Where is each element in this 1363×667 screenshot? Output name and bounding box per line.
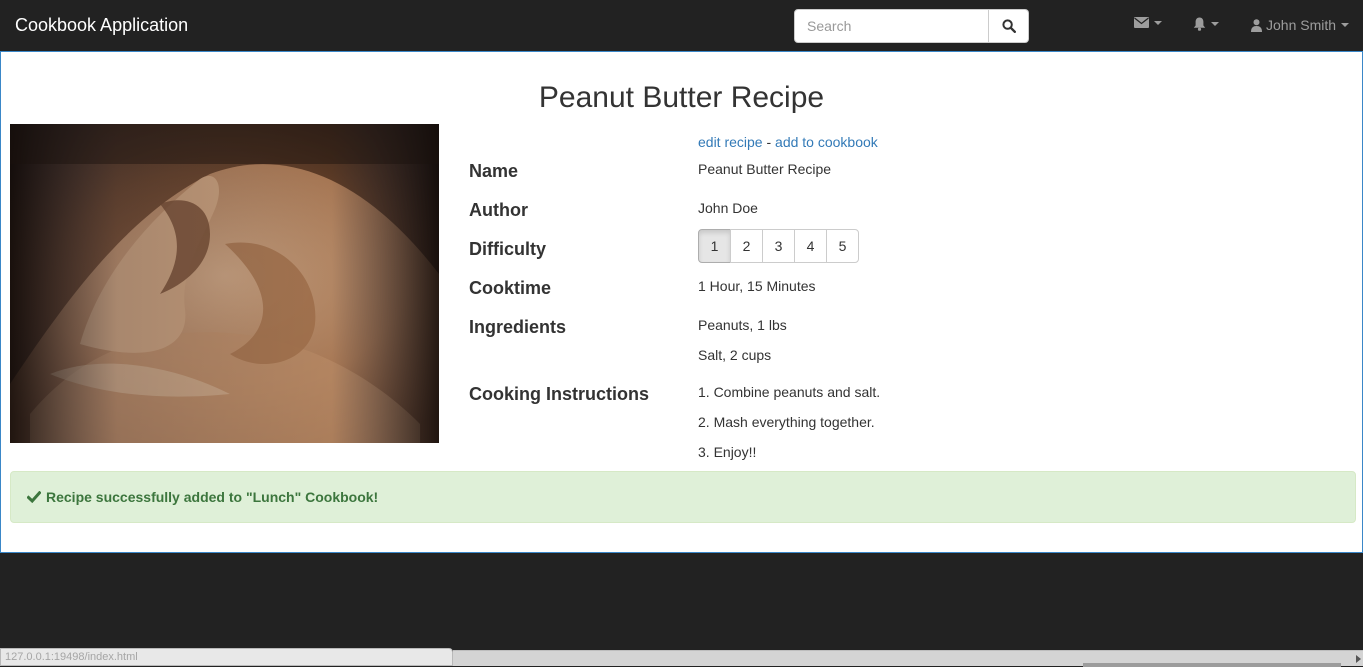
bell-icon: [1193, 17, 1206, 31]
checkmark-icon: [27, 491, 41, 503]
name-value: Peanut Butter Recipe: [698, 161, 832, 177]
chevron-down-icon: [1211, 22, 1219, 26]
difficulty-option-1[interactable]: 1: [698, 229, 731, 263]
edit-recipe-link[interactable]: edit recipe: [698, 134, 763, 150]
search-icon: [1001, 19, 1016, 33]
author-value: John Doe: [698, 200, 758, 216]
difficulty-label: Difficulty: [469, 239, 547, 259]
envelope-icon: [1134, 17, 1149, 28]
recipe-image: [10, 124, 439, 443]
chevron-down-icon: [1341, 23, 1350, 27]
user-dropdown[interactable]: John Smith: [1251, 17, 1350, 33]
difficulty-option-3[interactable]: 3: [762, 229, 795, 263]
horizontal-scrollbar[interactable]: [453, 650, 1363, 667]
instruction-step: 1. Combine peanuts and salt.: [698, 384, 881, 400]
recipe-actions: edit recipe - add to cookbook: [698, 134, 878, 150]
messages-dropdown[interactable]: [1134, 17, 1162, 28]
difficulty-option-2[interactable]: 2: [730, 229, 763, 263]
scroll-right-arrow-icon[interactable]: [1356, 655, 1361, 663]
difficulty-selector: 1 2 3 4 5: [698, 229, 859, 263]
notifications-dropdown[interactable]: [1193, 17, 1219, 31]
chevron-down-icon: [1154, 20, 1162, 25]
scrollbar-thumb[interactable]: [1083, 663, 1341, 667]
user-name: John Smith: [1266, 17, 1337, 33]
author-label: Author: [469, 200, 528, 220]
search-button[interactable]: [989, 9, 1029, 43]
search-input[interactable]: [794, 9, 989, 43]
difficulty-option-4[interactable]: 4: [794, 229, 827, 263]
instruction-step: 3. Enjoy!!: [698, 444, 757, 460]
cooktime-value: 1 Hour, 15 Minutes: [698, 278, 816, 294]
page-title: Peanut Butter Recipe: [538, 81, 825, 114]
brand-title[interactable]: Cookbook Application: [15, 15, 188, 36]
recipe-panel: Peanut Butter Recipe edit recipe - add t…: [0, 51, 1363, 553]
status-bar-url: 127.0.0.1:19498/index.html: [0, 648, 453, 666]
difficulty-option-5[interactable]: 5: [826, 229, 859, 263]
cooktime-label: Cooktime: [469, 278, 552, 298]
success-alert: Recipe successfully added to "Lunch" Coo…: [10, 471, 1356, 523]
name-label: Name: [469, 161, 519, 181]
search-form: [794, 9, 1029, 43]
user-icon: [1251, 18, 1262, 32]
ingredient-item: Salt, 2 cups: [698, 347, 772, 363]
actions-separator: -: [766, 134, 772, 150]
alert-message: Recipe successfully added to "Lunch" Coo…: [46, 489, 379, 505]
ingredient-item: Peanuts, 1 lbs: [698, 317, 787, 333]
ingredients-label: Ingredients: [469, 317, 567, 337]
instructions-label: Cooking Instructions: [469, 384, 649, 404]
add-to-cookbook-link[interactable]: add to cookbook: [775, 134, 878, 150]
navbar: Cookbook Application John Smith: [0, 0, 1363, 52]
instruction-step: 2. Mash everything together.: [698, 414, 875, 430]
